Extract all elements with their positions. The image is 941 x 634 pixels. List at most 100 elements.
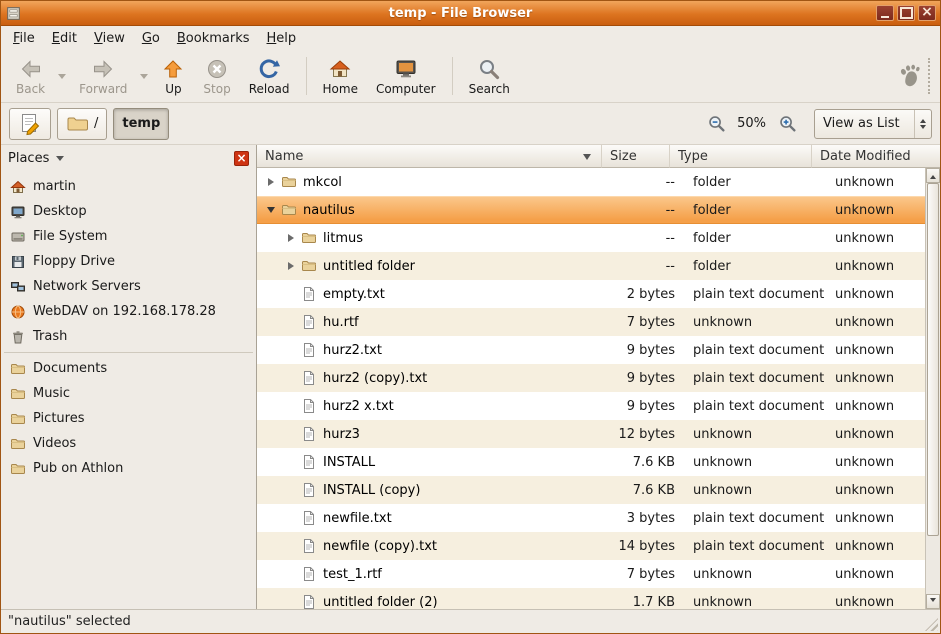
file-icon	[301, 286, 319, 302]
table-row[interactable]: newfile (copy).txt14 bytesplain text doc…	[257, 532, 940, 560]
scroll-up-button[interactable]	[926, 168, 940, 183]
statusbar: "nautilus" selected	[1, 609, 940, 633]
sidebar-item-documents[interactable]: Documents	[1, 356, 256, 381]
zoom-in-button[interactable]	[776, 113, 798, 135]
zoom-out-button[interactable]	[705, 113, 727, 135]
menubar: FileEditViewGoBookmarksHelp	[1, 26, 940, 50]
menu-bookmarks[interactable]: Bookmarks	[169, 28, 258, 49]
home-icon	[328, 57, 352, 81]
file-name: litmus	[323, 231, 363, 246]
table-row[interactable]: INSTALL7.6 KBunknownunknown	[257, 448, 940, 476]
table-row[interactable]: hurz2 (copy).txt9 bytesplain text docume…	[257, 364, 940, 392]
close-button[interactable]	[918, 5, 936, 21]
scroll-down-button[interactable]	[926, 594, 940, 609]
toggle-location-entry-button[interactable]	[9, 108, 51, 140]
menu-go[interactable]: Go	[134, 28, 168, 49]
column-header-size[interactable]: Size	[602, 145, 670, 168]
file-browser-window: temp - File Browser FileEditViewGoBookma…	[0, 0, 941, 634]
close-sidebar-button[interactable]	[234, 151, 249, 166]
sidebar-item-file-system[interactable]: File System	[1, 224, 256, 249]
scrollbar-thumb[interactable]	[927, 183, 939, 536]
view-as-select[interactable]: View as List	[814, 109, 932, 139]
table-row[interactable]: INSTALL (copy)7.6 KBunknownunknown	[257, 476, 940, 504]
menu-file[interactable]: File	[5, 28, 43, 49]
table-row[interactable]: empty.txt2 bytesplain text documentunkno…	[257, 280, 940, 308]
forward-history-dropdown-button[interactable]	[136, 52, 152, 100]
back-history-dropdown-button[interactable]	[54, 52, 70, 100]
resize-grip[interactable]	[925, 618, 938, 631]
sidebar-item-pub-on-athlon[interactable]: Pub on Athlon	[1, 456, 256, 481]
table-row[interactable]: hurz2.txt9 bytesplain text documentunkno…	[257, 336, 940, 364]
file-name: untitled folder	[323, 259, 415, 274]
column-headers: NameSizeTypeDate Modified	[257, 145, 940, 168]
home-button[interactable]: Home	[314, 52, 367, 100]
reload-button[interactable]: Reload	[240, 52, 299, 100]
file-icon	[301, 370, 319, 386]
computer-icon	[394, 57, 418, 81]
sidebar-item-label: Floppy Drive	[33, 254, 115, 269]
table-row[interactable]: newfile.txt3 bytesplain text documentunk…	[257, 504, 940, 532]
sidebar-item-floppy-drive[interactable]: Floppy Drive	[1, 249, 256, 274]
sidebar-item-label: Desktop	[33, 204, 87, 219]
vertical-scrollbar[interactable]	[925, 168, 940, 609]
places-sidebar: Places martin Desktop File System Floppy Dr…	[1, 145, 257, 609]
expander-collapsed-icon[interactable]	[283, 234, 299, 242]
column-header-type[interactable]: Type	[670, 145, 812, 168]
sidebar-item-desktop[interactable]: Desktop	[1, 199, 256, 224]
forward-button[interactable]: Forward	[70, 52, 136, 100]
table-row[interactable]: hurz312 bytesunknownunknown	[257, 420, 940, 448]
maximize-button[interactable]	[897, 5, 915, 21]
back-button[interactable]: Back	[7, 52, 54, 100]
path-current-button[interactable]: temp	[113, 108, 169, 140]
file-size: 9 bytes	[617, 399, 685, 414]
toolbar-grip[interactable]	[928, 58, 932, 94]
file-type: unknown	[685, 595, 827, 610]
sidebar-item-music[interactable]: Music	[1, 381, 256, 406]
sidebar-item-trash[interactable]: Trash	[1, 324, 256, 349]
places-selector[interactable]: Places	[8, 151, 234, 166]
expander-expanded-icon[interactable]	[263, 207, 279, 213]
menu-view[interactable]: View	[86, 28, 133, 49]
sidebar-item-pictures[interactable]: Pictures	[1, 406, 256, 431]
table-row[interactable]: test_1.rtf7 bytesunknownunknown	[257, 560, 940, 588]
table-row[interactable]: untitled folder (2)1.7 KBunknownunknown	[257, 588, 940, 609]
column-header-date-modified[interactable]: Date Modified	[812, 145, 940, 168]
sidebar-item-network-servers[interactable]: Network Servers	[1, 274, 256, 299]
stop-button[interactable]: Stop	[194, 52, 239, 100]
sidebar-item-martin[interactable]: martin	[1, 174, 256, 199]
expander-collapsed-icon[interactable]	[263, 178, 279, 186]
file-size: 7.6 KB	[617, 483, 685, 498]
sidebar-item-videos[interactable]: Videos	[1, 431, 256, 456]
toolbar-button-label: Reload	[249, 82, 290, 96]
folder-icon	[301, 230, 319, 246]
table-row[interactable]: litmus--folderunknown	[257, 224, 940, 252]
path-root-button[interactable]: /	[57, 108, 107, 140]
table-row[interactable]: mkcol--folderunknown	[257, 168, 940, 196]
file-name: INSTALL (copy)	[323, 483, 420, 498]
sidebar-item-webdav-on-192-168-178-28[interactable]: WebDAV on 192.168.178.28	[1, 299, 256, 324]
expander-collapsed-icon[interactable]	[283, 262, 299, 270]
file-size: 12 bytes	[617, 427, 685, 442]
file-size: 7 bytes	[617, 315, 685, 330]
column-header-name[interactable]: Name	[257, 145, 602, 168]
zoom-level: 50%	[737, 116, 766, 131]
view-as-stepper-icon[interactable]	[914, 110, 931, 138]
table-row[interactable]: nautilus--folderunknown	[257, 196, 940, 224]
table-row[interactable]: hu.rtf7 bytesunknownunknown	[257, 308, 940, 336]
sidebar-item-label: WebDAV on 192.168.178.28	[33, 304, 216, 319]
titlebar[interactable]: temp - File Browser	[1, 1, 940, 26]
view-as-value: View as List	[815, 116, 914, 131]
up-button[interactable]: Up	[152, 52, 194, 100]
computer-button[interactable]: Computer	[367, 52, 445, 100]
scrollbar-track[interactable]	[926, 183, 940, 594]
table-row[interactable]: hurz2 x.txt9 bytesplain text documentunk…	[257, 392, 940, 420]
menu-edit[interactable]: Edit	[44, 28, 85, 49]
chevron-down-icon	[56, 156, 64, 165]
search-button[interactable]: Search	[460, 52, 519, 100]
menu-help[interactable]: Help	[259, 28, 305, 49]
folder-icon	[10, 361, 26, 377]
minimize-button[interactable]	[876, 5, 894, 21]
table-row[interactable]: untitled folder--folderunknown	[257, 252, 940, 280]
file-date-modified: unknown	[827, 287, 940, 302]
sidebar-item-label: Music	[33, 386, 70, 401]
